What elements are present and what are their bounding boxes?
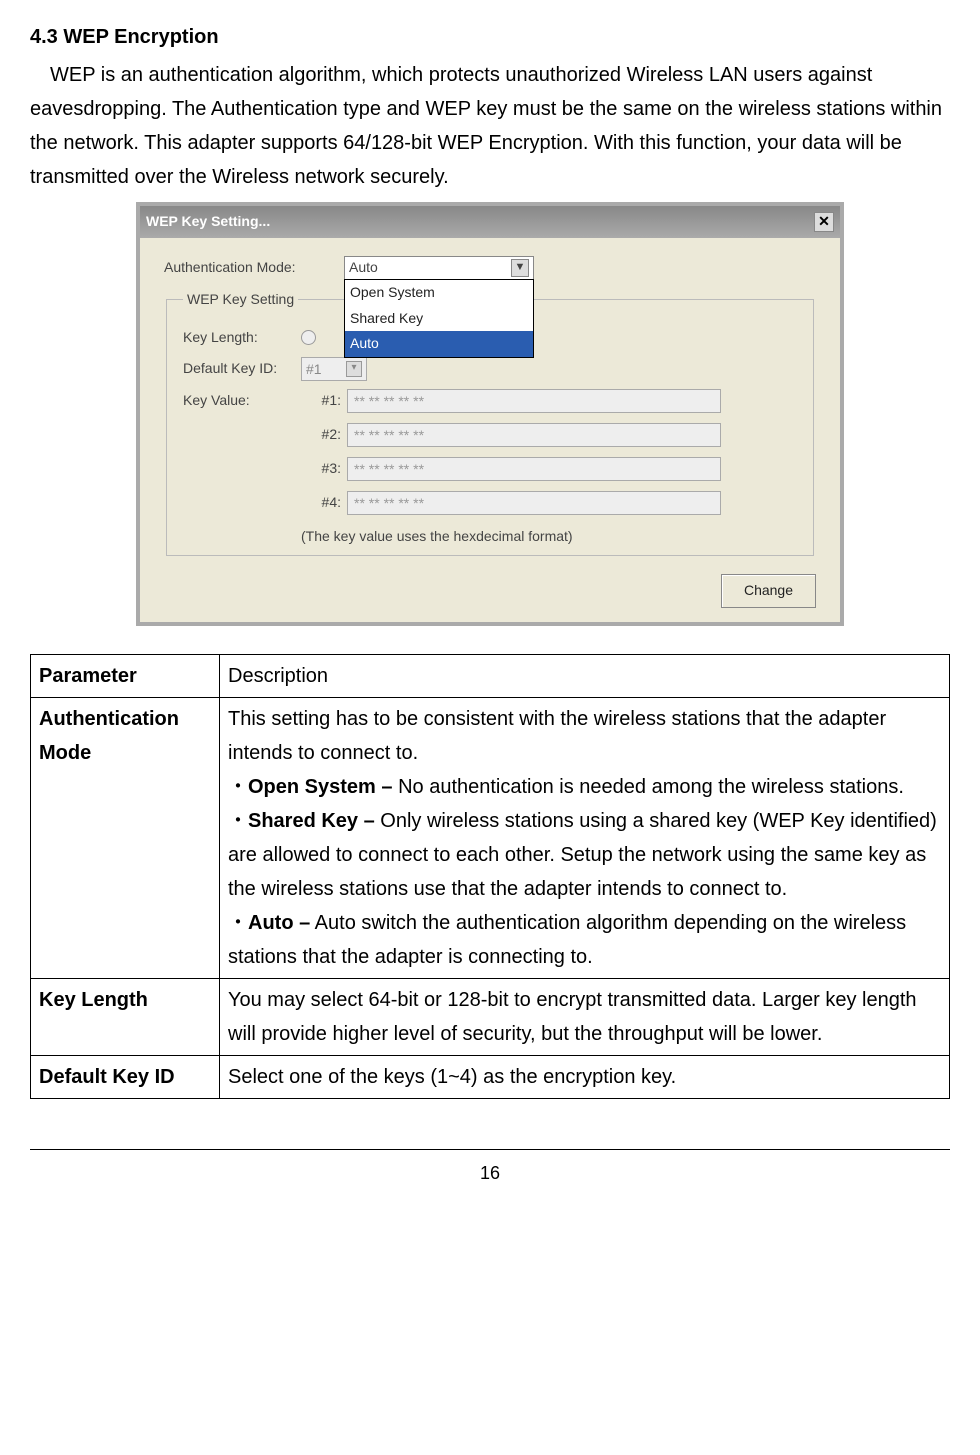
dropdown-option-selected[interactable]: Auto (345, 331, 533, 357)
key2-input[interactable]: ** ** ** ** ** (347, 423, 721, 447)
change-button[interactable]: Change (721, 574, 816, 608)
desc-auth-mode: This setting has to be consistent with t… (220, 697, 950, 978)
key3-input[interactable]: ** ** ** ** ** (347, 457, 721, 481)
dropdown-option[interactable]: Open System (345, 280, 533, 306)
chevron-down-icon[interactable]: ▼ (511, 259, 529, 277)
param-auth-mode: Authentication Mode (31, 697, 220, 978)
opt-shared-key: Shared Key – (248, 810, 375, 832)
close-icon[interactable]: ✕ (814, 212, 834, 232)
parameter-table: Parameter Description Authentication Mod… (30, 654, 950, 1099)
key1-label: #1: (301, 389, 347, 413)
key-length-label: Key Length: (183, 326, 301, 350)
header-parameter: Parameter (31, 654, 220, 697)
dialog-title: WEP Key Setting... (146, 210, 270, 234)
auth-mode-value: Auto (349, 256, 378, 280)
dialog-screenshot: WEP Key Setting... ✕ Authentication Mode… (30, 202, 950, 626)
param-default-key-id: Default Key ID (31, 1055, 220, 1098)
opt-auto-text: Auto switch the authentication algorithm… (228, 912, 906, 968)
opt-open-system: Open System – (248, 776, 393, 798)
param-key-length: Key Length (31, 978, 220, 1055)
table-row: Default Key ID Select one of the keys (1… (31, 1055, 950, 1098)
key2-label: #2: (301, 423, 347, 447)
default-key-select[interactable]: #1 ▾ (301, 357, 367, 381)
fieldset-legend: WEP Key Setting (183, 288, 298, 312)
auth-mode-combo[interactable]: Auto ▼ (344, 256, 534, 280)
chevron-down-icon: ▾ (346, 361, 362, 377)
default-key-label: Default Key ID: (183, 357, 301, 381)
key3-label: #3: (301, 457, 347, 481)
default-key-value: #1 (306, 358, 322, 382)
dropdown-option[interactable]: Shared Key (345, 306, 533, 332)
hex-format-hint: (The key value uses the hexdecimal forma… (301, 525, 797, 549)
radio-64bit[interactable] (301, 330, 316, 345)
desc-text: This setting has to be consistent with t… (228, 708, 886, 764)
auth-mode-dropdown: Open System Shared Key Auto (344, 279, 534, 358)
section-intro: WEP is an authentication algorithm, whic… (30, 58, 950, 194)
table-row: Key Length You may select 64-bit or 128-… (31, 978, 950, 1055)
table-row: Authentication Mode This setting has to … (31, 697, 950, 978)
key-value-label: Key Value: (183, 389, 301, 413)
section-heading: 4.3 WEP Encryption (30, 20, 950, 54)
opt-auto: Auto – (248, 912, 310, 934)
key1-input[interactable]: ** ** ** ** ** (347, 389, 721, 413)
key4-input[interactable]: ** ** ** ** ** (347, 491, 721, 515)
dialog-titlebar: WEP Key Setting... ✕ (140, 206, 840, 238)
opt-open-system-text: No authentication is needed among the wi… (393, 776, 904, 798)
wep-dialog: WEP Key Setting... ✕ Authentication Mode… (136, 202, 844, 626)
page-number: 16 (30, 1149, 950, 1189)
header-description: Description (220, 654, 950, 697)
table-header-row: Parameter Description (31, 654, 950, 697)
key4-label: #4: (301, 491, 347, 515)
desc-default-key-id: Select one of the keys (1~4) as the encr… (220, 1055, 950, 1098)
desc-key-length: You may select 64-bit or 128-bit to encr… (220, 978, 950, 1055)
auth-mode-label: Authentication Mode: (164, 256, 344, 280)
